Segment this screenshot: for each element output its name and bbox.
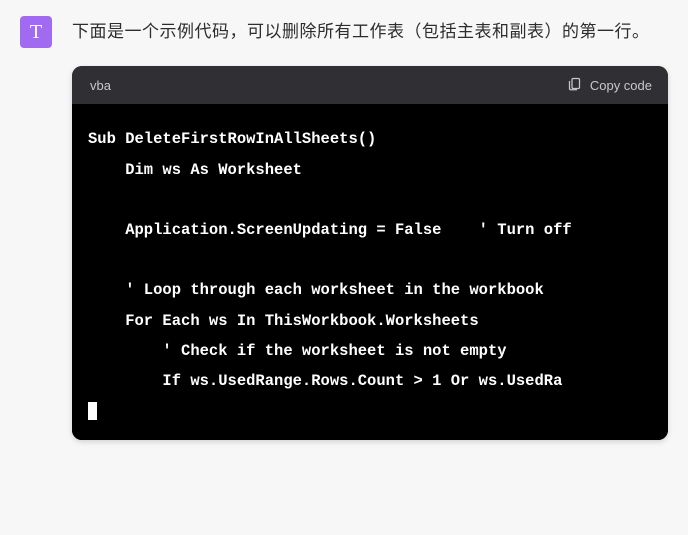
code-line: Sub DeleteFirstRowInAllSheets() [88, 130, 376, 148]
code-line: Application.ScreenUpdating = False ' Tur… [88, 221, 572, 239]
code-line: ' Loop through each worksheet in the wor… [88, 281, 544, 299]
code-line: ' Check if the worksheet is not empty [88, 342, 507, 360]
code-line: For Each ws In ThisWorkbook.Worksheets [88, 312, 479, 330]
text-cursor [88, 402, 97, 420]
code-line: If ws.UsedRange.Rows.Count > 1 Or ws.Use… [88, 372, 562, 390]
message-content: 下面是一个示例代码，可以删除所有工作表（包括主表和副表）的第一行。 vba Co… [72, 16, 668, 440]
avatar: T [20, 16, 52, 48]
code-header: vba Copy code [72, 66, 668, 104]
code-body: Sub DeleteFirstRowInAllSheets() Dim ws A… [72, 104, 668, 440]
code-language-label: vba [90, 78, 111, 93]
copy-code-label: Copy code [590, 78, 652, 93]
intro-text: 下面是一个示例代码，可以删除所有工作表（包括主表和副表）的第一行。 [72, 16, 668, 48]
code-content: Sub DeleteFirstRowInAllSheets() Dim ws A… [88, 124, 652, 426]
clipboard-icon [567, 76, 582, 94]
code-line: Dim ws As Worksheet [88, 161, 302, 179]
code-block: vba Copy code Sub DeleteFirstRowInAllShe… [72, 66, 668, 440]
copy-code-button[interactable]: Copy code [567, 76, 652, 94]
avatar-letter: T [30, 21, 42, 44]
message-row: T 下面是一个示例代码，可以删除所有工作表（包括主表和副表）的第一行。 vba … [20, 16, 668, 440]
